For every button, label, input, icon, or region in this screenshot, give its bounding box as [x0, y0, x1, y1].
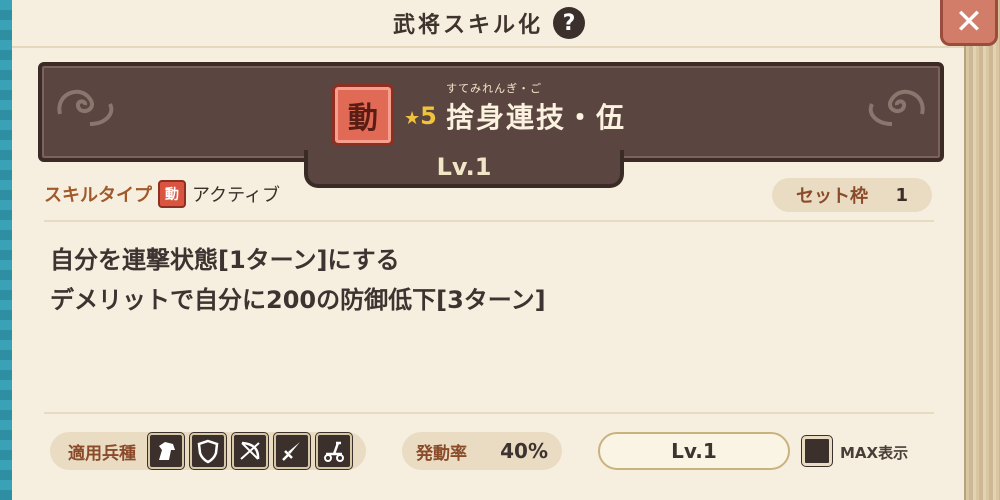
cloud-swirl-icon	[57, 89, 114, 126]
skill-type-value: アクティブ	[192, 185, 281, 206]
dialog-title: 武将スキル化	[392, 13, 543, 38]
activation-rate-value: 40%	[500, 439, 548, 463]
skill-level: Lv.1	[304, 150, 624, 188]
right-border-decoration	[964, 0, 1000, 500]
skill-description: 自分を連撃状態[1ターン]にする デメリットで自分に200の防御低下[3ターン]	[50, 240, 546, 320]
set-slot-label: セット枠	[796, 186, 868, 207]
help-icon[interactable]: ?	[553, 7, 585, 39]
description-line: デメリットで自分に200の防御低下[3ターン]	[50, 286, 546, 314]
skill-name: 捨身連技・伍	[446, 101, 627, 134]
max-display-label: MAX表示	[840, 444, 909, 462]
activation-rate-label: 発動率	[416, 443, 467, 464]
activation-rate-pill: 発動率 40%	[402, 432, 562, 470]
cloud-swirl-icon	[868, 89, 925, 126]
sword-icon	[274, 433, 310, 469]
skill-type-badge: 動	[332, 84, 394, 146]
close-icon: ✕	[954, 1, 984, 42]
divider	[44, 220, 934, 222]
divider	[44, 412, 934, 414]
star-icon: ★	[404, 108, 421, 129]
star-rank: ★5	[404, 102, 437, 130]
set-slot-value: 1	[895, 184, 908, 206]
set-slot-pill: セット枠 1	[772, 178, 932, 212]
level-select[interactable]: Lv.1	[598, 432, 790, 470]
shield-icon	[190, 433, 226, 469]
close-button[interactable]: ✕	[940, 0, 998, 46]
max-display-checkbox[interactable]	[802, 436, 832, 466]
skill-dialog: 武将スキル化 ? 動 ★5 すてみれんぎ・ご 捨身連技・伍 Lv.1 スキルタイ…	[12, 0, 966, 500]
troop-types-label: 適用兵種	[68, 443, 136, 464]
dialog-header: 武将スキル化 ?	[12, 0, 966, 48]
troop-types-pill: 適用兵種	[50, 432, 366, 470]
bow-icon	[232, 433, 268, 469]
star-rank-value: 5	[420, 102, 437, 130]
skill-type-row: スキルタイプ 動 アクティブ	[44, 180, 280, 208]
skill-name-ruby: すてみれんぎ・ご	[446, 82, 543, 95]
skill-type-small-badge: 動	[158, 180, 186, 208]
left-border-decoration	[0, 0, 12, 500]
horse-icon	[148, 433, 184, 469]
catapult-icon	[316, 433, 352, 469]
skill-type-label: スキルタイプ	[44, 185, 152, 206]
description-line: 自分を連撃状態[1ターン]にする	[50, 246, 400, 274]
skill-banner: 動 ★5 すてみれんぎ・ご 捨身連技・伍	[38, 62, 944, 162]
